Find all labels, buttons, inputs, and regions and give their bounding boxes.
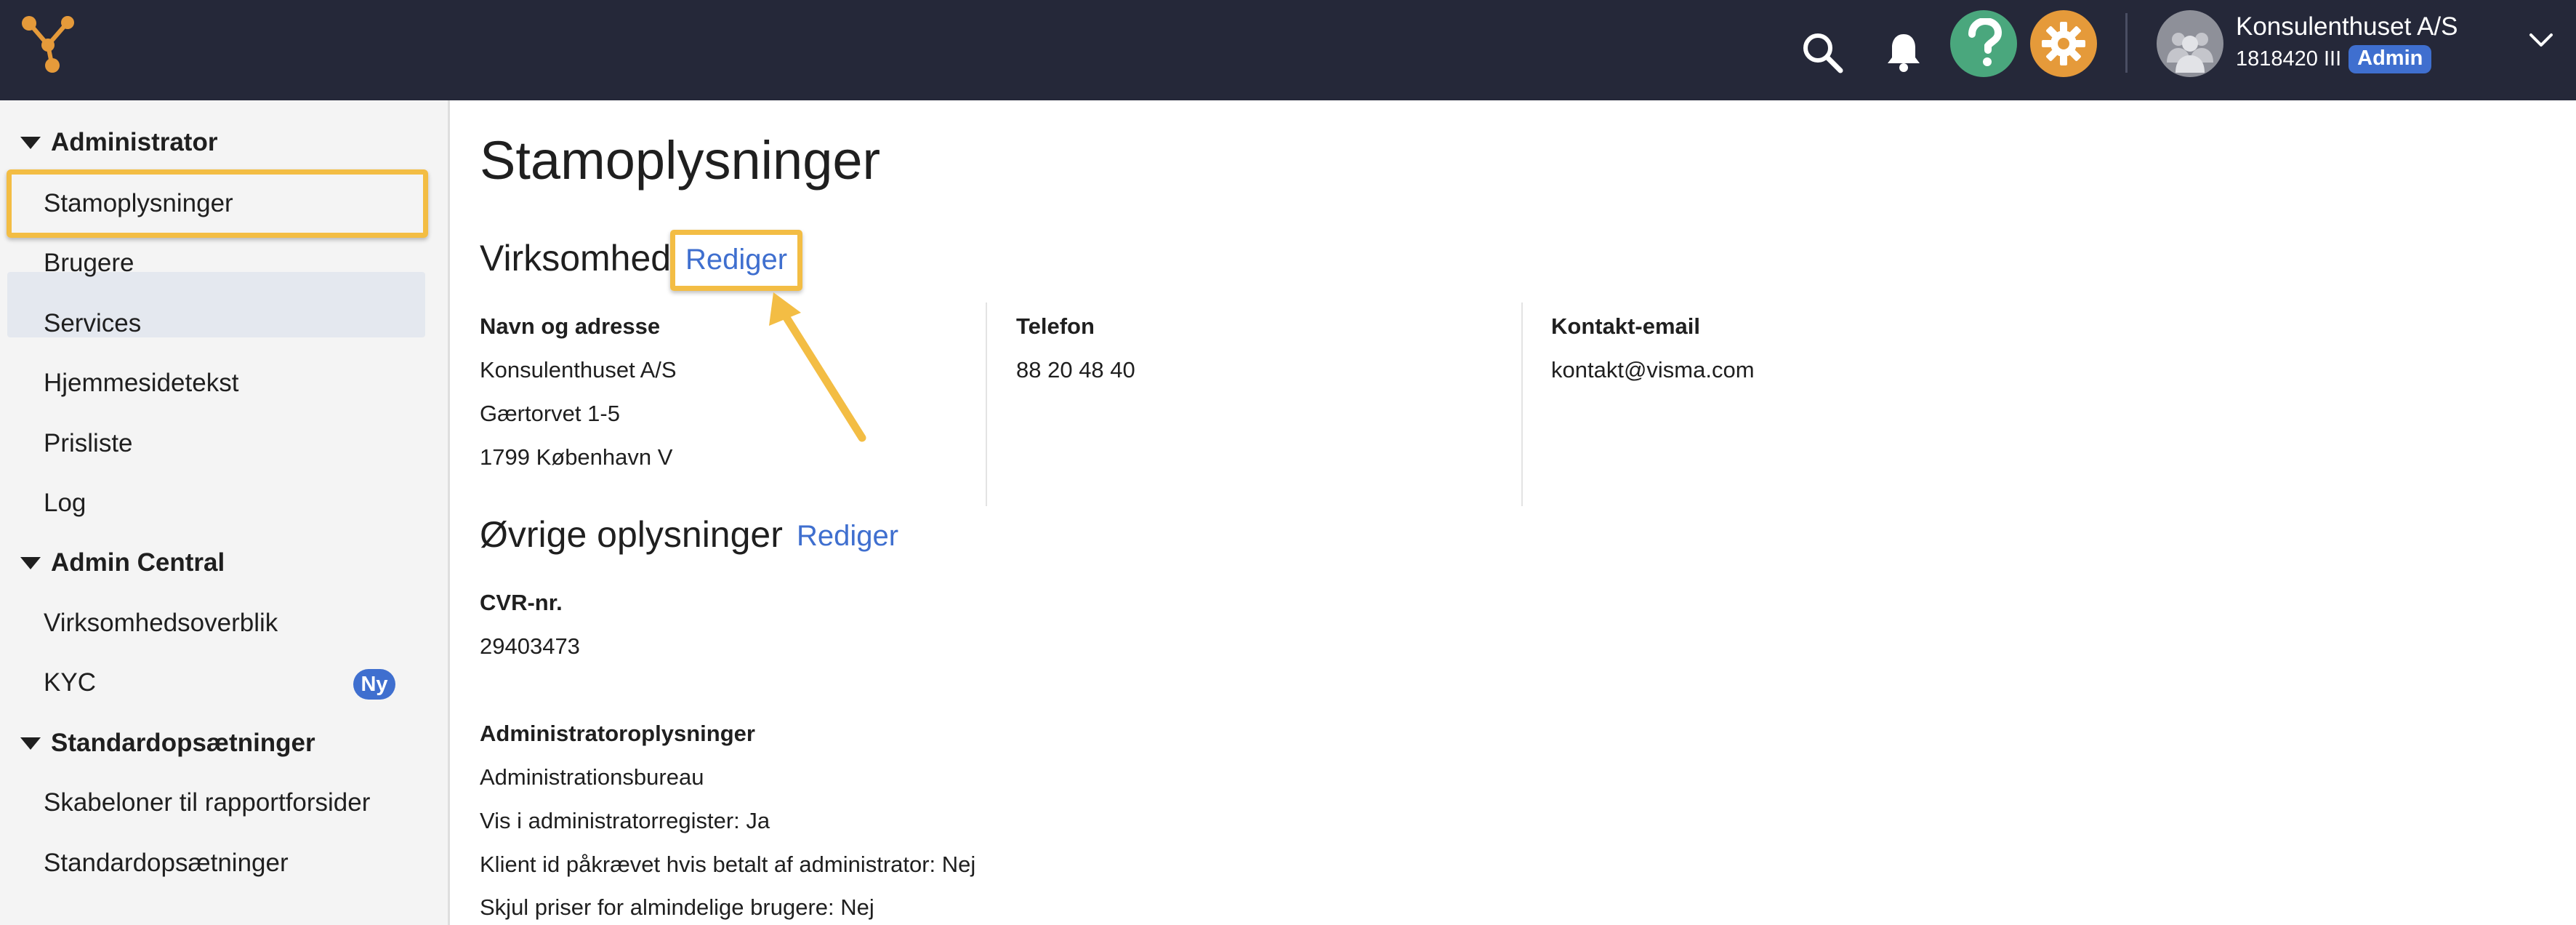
admin-info-line-2: Vis i administratorregister: Ja: [480, 808, 770, 833]
sidebar-item-prisliste[interactable]: Prisliste: [44, 429, 133, 458]
section-title-other: Øvrige oplysninger: [480, 514, 783, 555]
sidebar-item-hjemmesidetekst[interactable]: Hjemmesidetekst: [44, 369, 238, 398]
edit-other-link[interactable]: Rediger: [797, 520, 898, 553]
header-divider: [2125, 13, 2128, 73]
address-label: Navn og adresse: [480, 313, 661, 339]
cvr-value: 29403473: [480, 633, 580, 659]
help-icon[interactable]: [1950, 10, 2017, 77]
page-title: Stamoplysninger: [480, 130, 881, 191]
sidebar-item-brugere[interactable]: Brugere: [44, 249, 134, 278]
sidebar-item-services[interactable]: Services: [44, 309, 141, 338]
sidebar-item-log[interactable]: Log: [44, 489, 86, 518]
gear-icon[interactable]: [2030, 10, 2097, 77]
company-id: 1818420 III: [2236, 47, 2342, 71]
caret-down-icon: [20, 556, 41, 569]
caret-down-icon: [20, 737, 41, 750]
avatar-icon[interactable]: [2157, 10, 2223, 77]
sidebar-section-admin-central[interactable]: Admin Central: [20, 548, 225, 577]
phone-label: Telefon: [1016, 313, 1095, 339]
chevron-down-icon[interactable]: [2527, 29, 2556, 52]
sidebar-item-kyc[interactable]: KYC: [44, 668, 96, 697]
logo-icon[interactable]: [19, 15, 77, 73]
admin-info-line-3: Klient id påkrævet hvis betalt af admini…: [480, 852, 976, 877]
sidebar-item-standardopsaetninger[interactable]: Standardopsætninger: [44, 849, 289, 878]
cvr-label: CVR-nr.: [480, 590, 563, 615]
sidebar-section-administrator[interactable]: Administrator: [20, 128, 217, 157]
address-line-2: Gærtorvet 1-5: [480, 401, 620, 426]
bell-icon[interactable]: [1871, 20, 1936, 85]
highlight-box-sidebar: [7, 169, 428, 238]
email-label: Kontakt-email: [1551, 313, 1700, 339]
top-bar: Konsulenthuset A/S 1818420 III Admin: [0, 0, 2576, 100]
annotation-arrow: [769, 292, 866, 442]
role-badge: Admin: [2348, 45, 2432, 73]
email-value: kontakt@visma.com: [1551, 357, 1755, 383]
new-badge: Ny: [353, 669, 395, 700]
column-divider: [1521, 303, 1523, 506]
caret-down-icon: [20, 136, 41, 149]
column-divider: [986, 303, 987, 506]
highlight-box-edit: [670, 230, 802, 291]
company-id-row: 1818420 III Admin: [2236, 45, 2432, 73]
admin-info-label: Administratoroplysninger: [480, 721, 755, 746]
sidebar-item-skabeloner[interactable]: Skabeloner til rapportforsider: [44, 788, 370, 817]
admin-info-line-4: Skjul priser for almindelige brugere: Ne…: [480, 894, 874, 920]
admin-info-line-1: Administrationsbureau: [480, 764, 704, 790]
phone-value: 88 20 48 40: [1016, 357, 1135, 383]
company-name[interactable]: Konsulenthuset A/S: [2236, 12, 2458, 41]
search-icon[interactable]: [1790, 20, 1855, 85]
address-line-3: 1799 København V: [480, 444, 673, 470]
section-title-company: Virksomhed: [480, 238, 672, 279]
sidebar-section-standardopsaetninger[interactable]: Standardopsætninger: [20, 729, 315, 758]
address-line-1: Konsulenthuset A/S: [480, 357, 677, 383]
sidebar-item-virksomhedsoverblik[interactable]: Virksomhedsoverblik: [44, 609, 278, 638]
